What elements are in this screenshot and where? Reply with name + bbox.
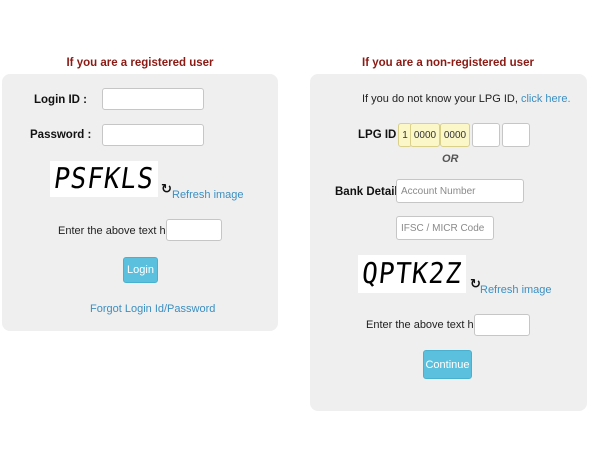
or-separator: OR [442,153,459,165]
captcha-image-2: QPTK2Z [358,255,466,293]
lpg-id-field-3[interactable] [440,123,470,147]
account-number-input[interactable] [396,179,524,203]
captcha-input[interactable] [166,219,222,241]
lpg-id-label: LPG ID : [358,129,404,141]
continue-button[interactable]: Continue [423,350,472,379]
forgot-login-link[interactable]: Forgot Login Id/Password [90,303,215,315]
refresh-icon[interactable]: ↻ [161,181,172,197]
click-here-link[interactable]: click here. [521,93,571,105]
nonregistered-panel: If you do not know your LPG ID, click he… [310,74,587,411]
lpg-id-field-5[interactable] [502,123,530,147]
login-id-input[interactable] [102,88,204,110]
password-label: Password : [30,129,92,141]
captcha-input-2[interactable] [474,314,530,336]
login-id-label: Login ID : [34,94,88,106]
lpg-id-field-4[interactable] [472,123,500,147]
refresh-image-link[interactable]: Refresh image [172,189,244,201]
registered-panel: Login ID : Password : PSFKLS ↻ Refresh i… [2,74,278,331]
refresh-image-link-2[interactable]: Refresh image [480,284,552,296]
registered-heading: If you are a registered user [66,57,214,69]
lpg-info-text: If you do not know your LPG ID, click he… [362,93,571,105]
ifsc-code-input[interactable] [396,216,494,240]
lpg-id-field-2[interactable] [410,123,440,147]
password-input[interactable] [102,124,204,146]
nonregistered-heading: If you are a non-registered user [362,57,534,69]
login-button[interactable]: Login [123,257,158,283]
captcha-image: PSFKLS [50,161,158,197]
